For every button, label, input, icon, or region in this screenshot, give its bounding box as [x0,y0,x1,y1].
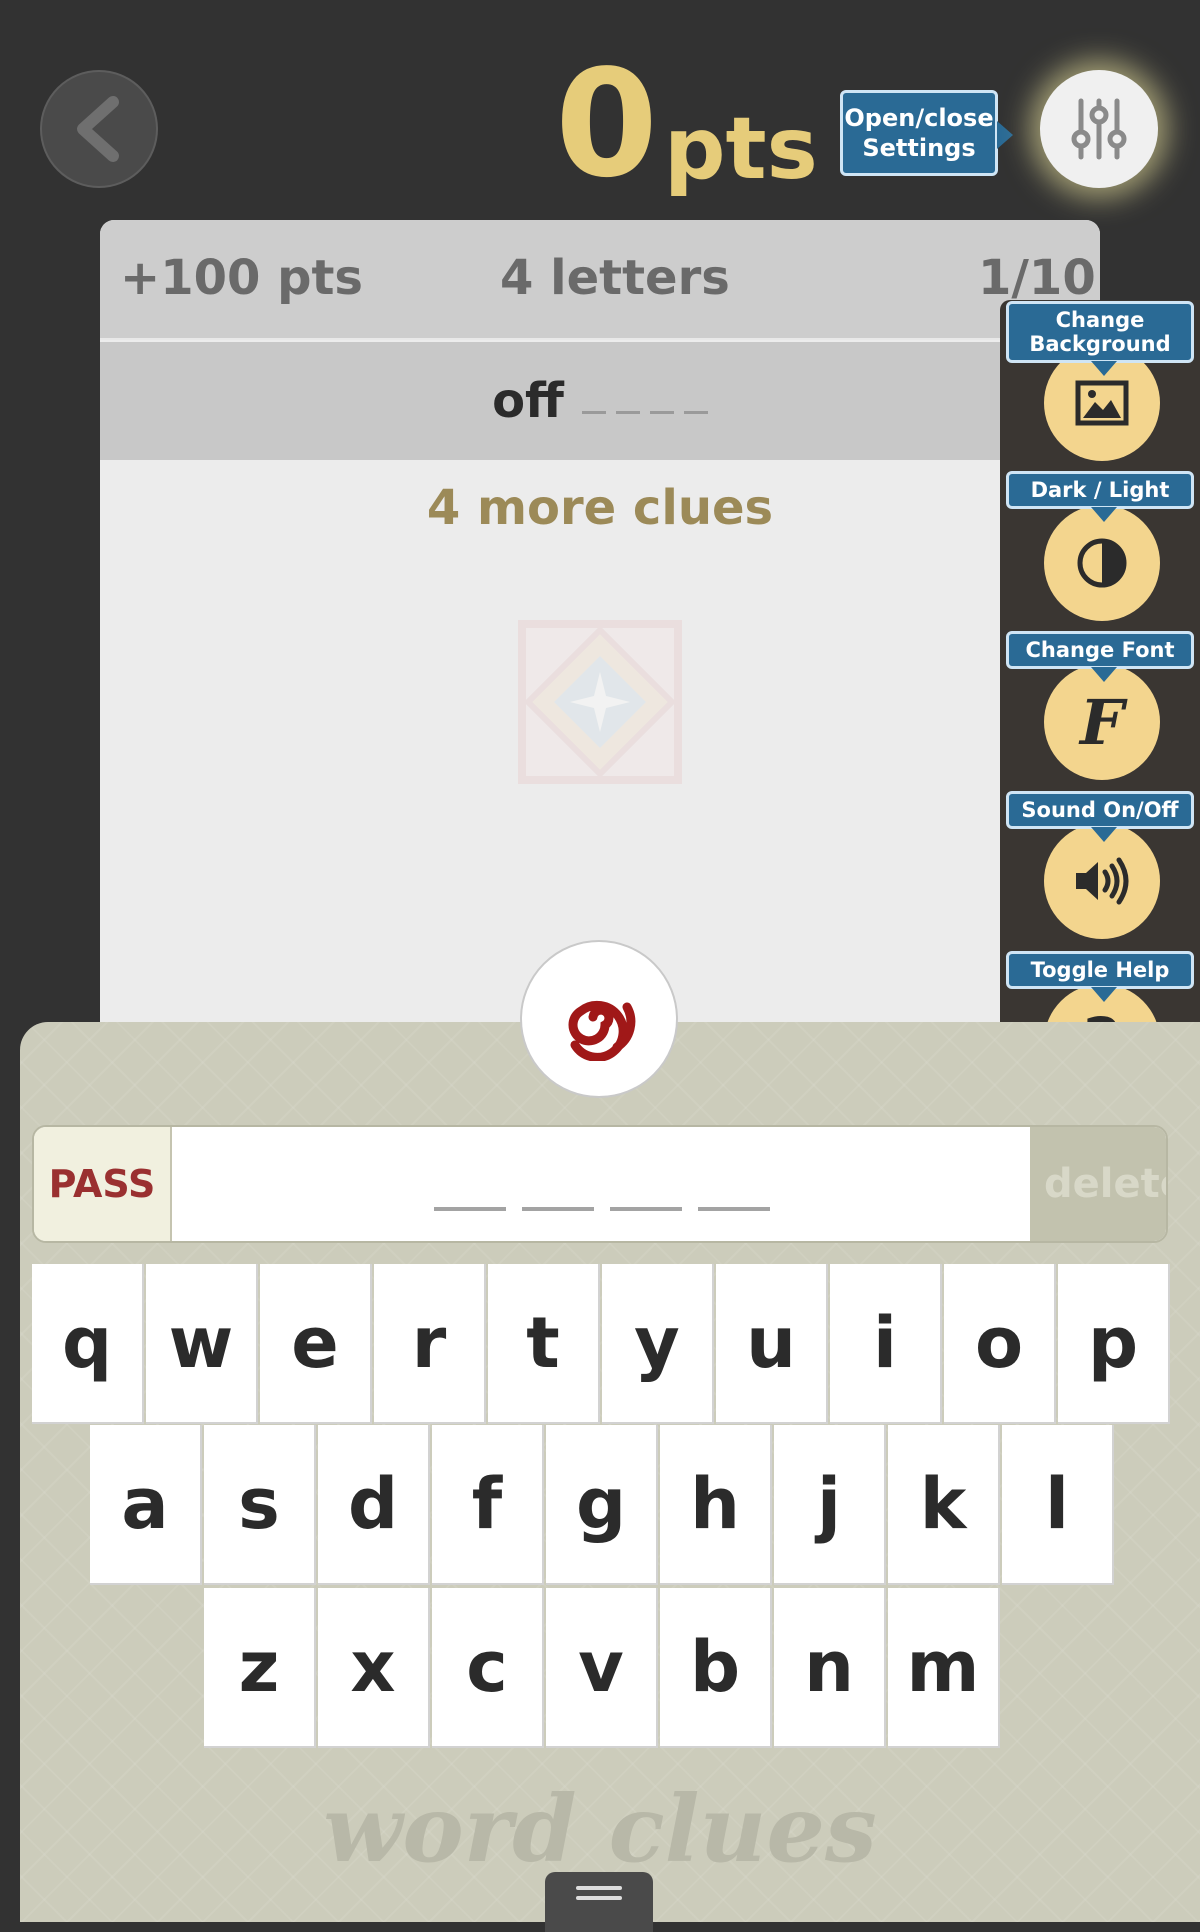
key-c[interactable]: c [432,1588,544,1748]
key-a[interactable]: a [90,1425,202,1585]
key-i[interactable]: i [830,1264,942,1424]
image-icon [1075,380,1129,426]
settings-tooltip-line2: Settings [862,134,976,162]
settings-tooltip-line1: Open/close [844,104,994,132]
key-k[interactable]: k [888,1425,1000,1585]
swirl-logo-icon [568,1000,636,1061]
toggle-help-tooltip: Toggle Help [1006,951,1194,1002]
key-q[interactable]: q [32,1264,144,1424]
change-background-tooltip: Change Background [1006,301,1194,376]
clue-word: off [492,373,564,429]
key-l[interactable]: l [1002,1425,1114,1585]
change-font-tooltip: Change Font [1006,631,1194,682]
change-background-tooltip-line1: Change [1055,308,1145,332]
key-e[interactable]: e [260,1264,372,1424]
sliders-icon [1071,98,1127,160]
key-s[interactable]: s [204,1425,316,1585]
key-b[interactable]: b [660,1588,772,1748]
clue-row: off [100,342,1100,460]
key-x[interactable]: x [318,1588,430,1748]
key-j[interactable]: j [774,1425,886,1585]
key-r[interactable]: r [374,1264,486,1424]
back-button[interactable] [40,70,158,188]
more-clues-link[interactable]: 4 more clues [100,480,1100,536]
menu-handle-button[interactable] [545,1872,653,1932]
dark-light-button[interactable] [1044,505,1160,621]
key-n[interactable]: n [774,1588,886,1748]
score-display: 0 pts [555,50,818,199]
key-o[interactable]: o [944,1264,1056,1424]
key-p[interactable]: p [1058,1264,1170,1424]
delete-button[interactable]: delete [1030,1127,1166,1241]
clue-blanks [581,410,708,414]
score-value: 0 [555,38,658,210]
sound-tooltip: Sound On/Off [1006,791,1194,842]
clue-card: +100 pts 4 letters 1/10 off 4 more clues [100,220,1100,1040]
key-u[interactable]: u [716,1264,828,1424]
key-y[interactable]: y [602,1264,714,1424]
pass-button[interactable]: PASS [34,1127,172,1241]
key-g[interactable]: g [546,1425,658,1585]
answer-bar: PASS delete [32,1125,1168,1243]
brand-logo-text: word clues [323,1775,877,1883]
font-icon: F [1079,685,1125,759]
hint-logo-button[interactable] [520,940,678,1098]
key-w[interactable]: w [146,1264,258,1424]
key-v[interactable]: v [546,1588,658,1748]
contrast-icon [1077,538,1127,588]
chevron-left-icon [77,96,119,162]
key-h[interactable]: h [660,1425,772,1585]
dark-light-tooltip: Dark / Light [1006,471,1194,522]
answer-input[interactable] [434,1207,770,1211]
key-f[interactable]: f [432,1425,544,1585]
speaker-icon [1076,857,1129,905]
settings-tooltip: Open/close Settings [840,90,1013,176]
key-d[interactable]: d [318,1425,430,1585]
card-progress: 1/10 [978,250,1096,306]
change-background-tooltip-line2: Background [1029,332,1171,356]
score-unit: pts [663,99,818,199]
card-points: +100 pts [120,250,363,306]
card-letters: 4 letters [500,250,730,306]
card-header: +100 pts 4 letters 1/10 [100,220,1100,340]
key-z[interactable]: z [204,1588,316,1748]
key-m[interactable]: m [888,1588,1000,1748]
key-t[interactable]: t [488,1264,600,1424]
tile-watermark-icon [518,620,682,784]
settings-button[interactable] [1040,70,1158,188]
